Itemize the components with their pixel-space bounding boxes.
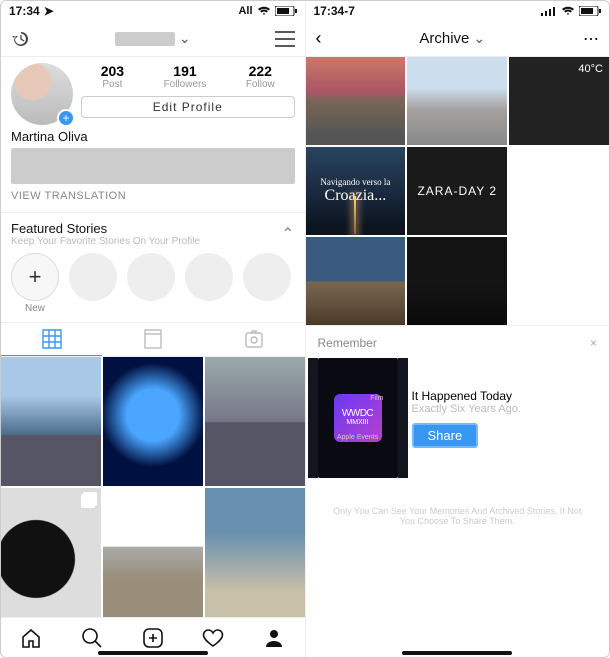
featured-stories-title: Featured Stories: [11, 221, 200, 236]
home-indicator: [402, 651, 512, 655]
stat-followers[interactable]: 191 Followers: [164, 63, 207, 90]
stat-following[interactable]: 222 Follow: [246, 63, 275, 90]
archive-tile[interactable]: 40°C: [509, 57, 609, 145]
archive-tile[interactable]: ZARA-DAY 2: [407, 147, 507, 235]
view-translation-link[interactable]: VIEW TRANSLATION: [1, 190, 305, 212]
chevron-down-icon: ⌄: [473, 30, 485, 47]
wifi-icon: [561, 6, 575, 16]
memories-footnote: Only You Can See Your Memories And Archi…: [306, 488, 610, 534]
status-bar: 17:34 ➤ All: [1, 1, 305, 21]
status-time: 17:34-7: [314, 4, 355, 18]
bio-hidden: [11, 148, 295, 184]
nav-activity-icon[interactable]: [202, 627, 224, 649]
archive-header: ‹ Archive ⌄ ⋯: [306, 21, 610, 57]
archive-title-dropdown[interactable]: Archive ⌄: [330, 30, 576, 47]
username-dropdown[interactable]: ⌄: [39, 30, 267, 47]
nav-home-icon[interactable]: [20, 627, 42, 649]
memory-title: It Happened Today: [412, 389, 521, 403]
post-thumb[interactable]: [103, 488, 203, 617]
share-button[interactable]: Share: [412, 423, 479, 448]
home-indicator: [98, 651, 208, 655]
memory-subtitle: Exactly Six Years Ago.: [412, 403, 521, 415]
back-icon[interactable]: ‹: [316, 28, 322, 49]
highlight-placeholder: [185, 253, 233, 314]
more-icon[interactable]: ⋯: [583, 29, 599, 49]
archive-tile-empty: [509, 147, 609, 235]
status-bar: 17:34-7: [306, 1, 610, 21]
post-thumb[interactable]: [1, 488, 101, 617]
nav-profile-icon[interactable]: [263, 627, 285, 649]
tab-tagged[interactable]: [203, 323, 304, 356]
highlight-placeholder: [69, 253, 117, 314]
history-icon[interactable]: [11, 29, 31, 49]
status-time: 17:34: [9, 4, 40, 18]
post-thumb[interactable]: [1, 357, 101, 486]
post-thumb[interactable]: [205, 357, 305, 486]
remember-section: Remember × Film WWDC MMXIII Apple Events…: [306, 325, 610, 488]
highlight-placeholder: [243, 253, 291, 314]
archive-tile[interactable]: Navigando verso la Croazia...: [306, 147, 406, 235]
status-network: All: [238, 5, 252, 17]
nav-search-icon[interactable]: [81, 627, 103, 649]
tab-grid[interactable]: [1, 323, 102, 356]
multi-post-icon: [83, 492, 97, 506]
highlight-new[interactable]: + New: [11, 253, 59, 314]
archive-tile-empty: [509, 237, 609, 325]
remember-heading: Remember: [318, 336, 377, 350]
memory-thumb[interactable]: Film WWDC MMXIII Apple Events: [318, 358, 398, 478]
display-name: Martina Oliva: [1, 129, 305, 144]
edit-profile-button[interactable]: Edit Profile: [81, 96, 295, 118]
add-story-badge[interactable]: +: [57, 109, 75, 127]
archive-tile[interactable]: [306, 57, 406, 145]
nav-new-post-icon[interactable]: [142, 627, 164, 649]
archive-tile[interactable]: [306, 237, 406, 325]
highlight-placeholder: [127, 253, 175, 314]
close-icon[interactable]: ×: [590, 336, 597, 350]
username-hidden: [115, 32, 175, 46]
archive-grid: 40°C Navigando verso la Croazia... ZARA-…: [306, 57, 610, 325]
battery-icon: [579, 6, 601, 16]
post-thumb[interactable]: [205, 488, 305, 617]
menu-icon[interactable]: [275, 31, 295, 47]
featured-stories-sub: Keep Your Favorite Stories On Your Profi…: [11, 236, 200, 247]
collapse-featured-icon[interactable]: ⌃: [281, 224, 294, 244]
tab-feed[interactable]: [102, 323, 203, 356]
battery-icon: [275, 6, 297, 16]
profile-header: ⌄: [1, 21, 305, 57]
archive-tile[interactable]: [407, 237, 507, 325]
wifi-icon: [257, 6, 271, 16]
plus-icon: +: [11, 253, 59, 301]
location-icon: ➤: [44, 4, 54, 18]
signal-icon: [541, 6, 557, 16]
stat-posts[interactable]: 203 Post: [101, 63, 124, 90]
post-thumb[interactable]: [103, 357, 203, 486]
post-grid: [1, 357, 305, 617]
chevron-down-icon: ⌄: [179, 30, 191, 47]
archive-tile[interactable]: [407, 57, 507, 145]
